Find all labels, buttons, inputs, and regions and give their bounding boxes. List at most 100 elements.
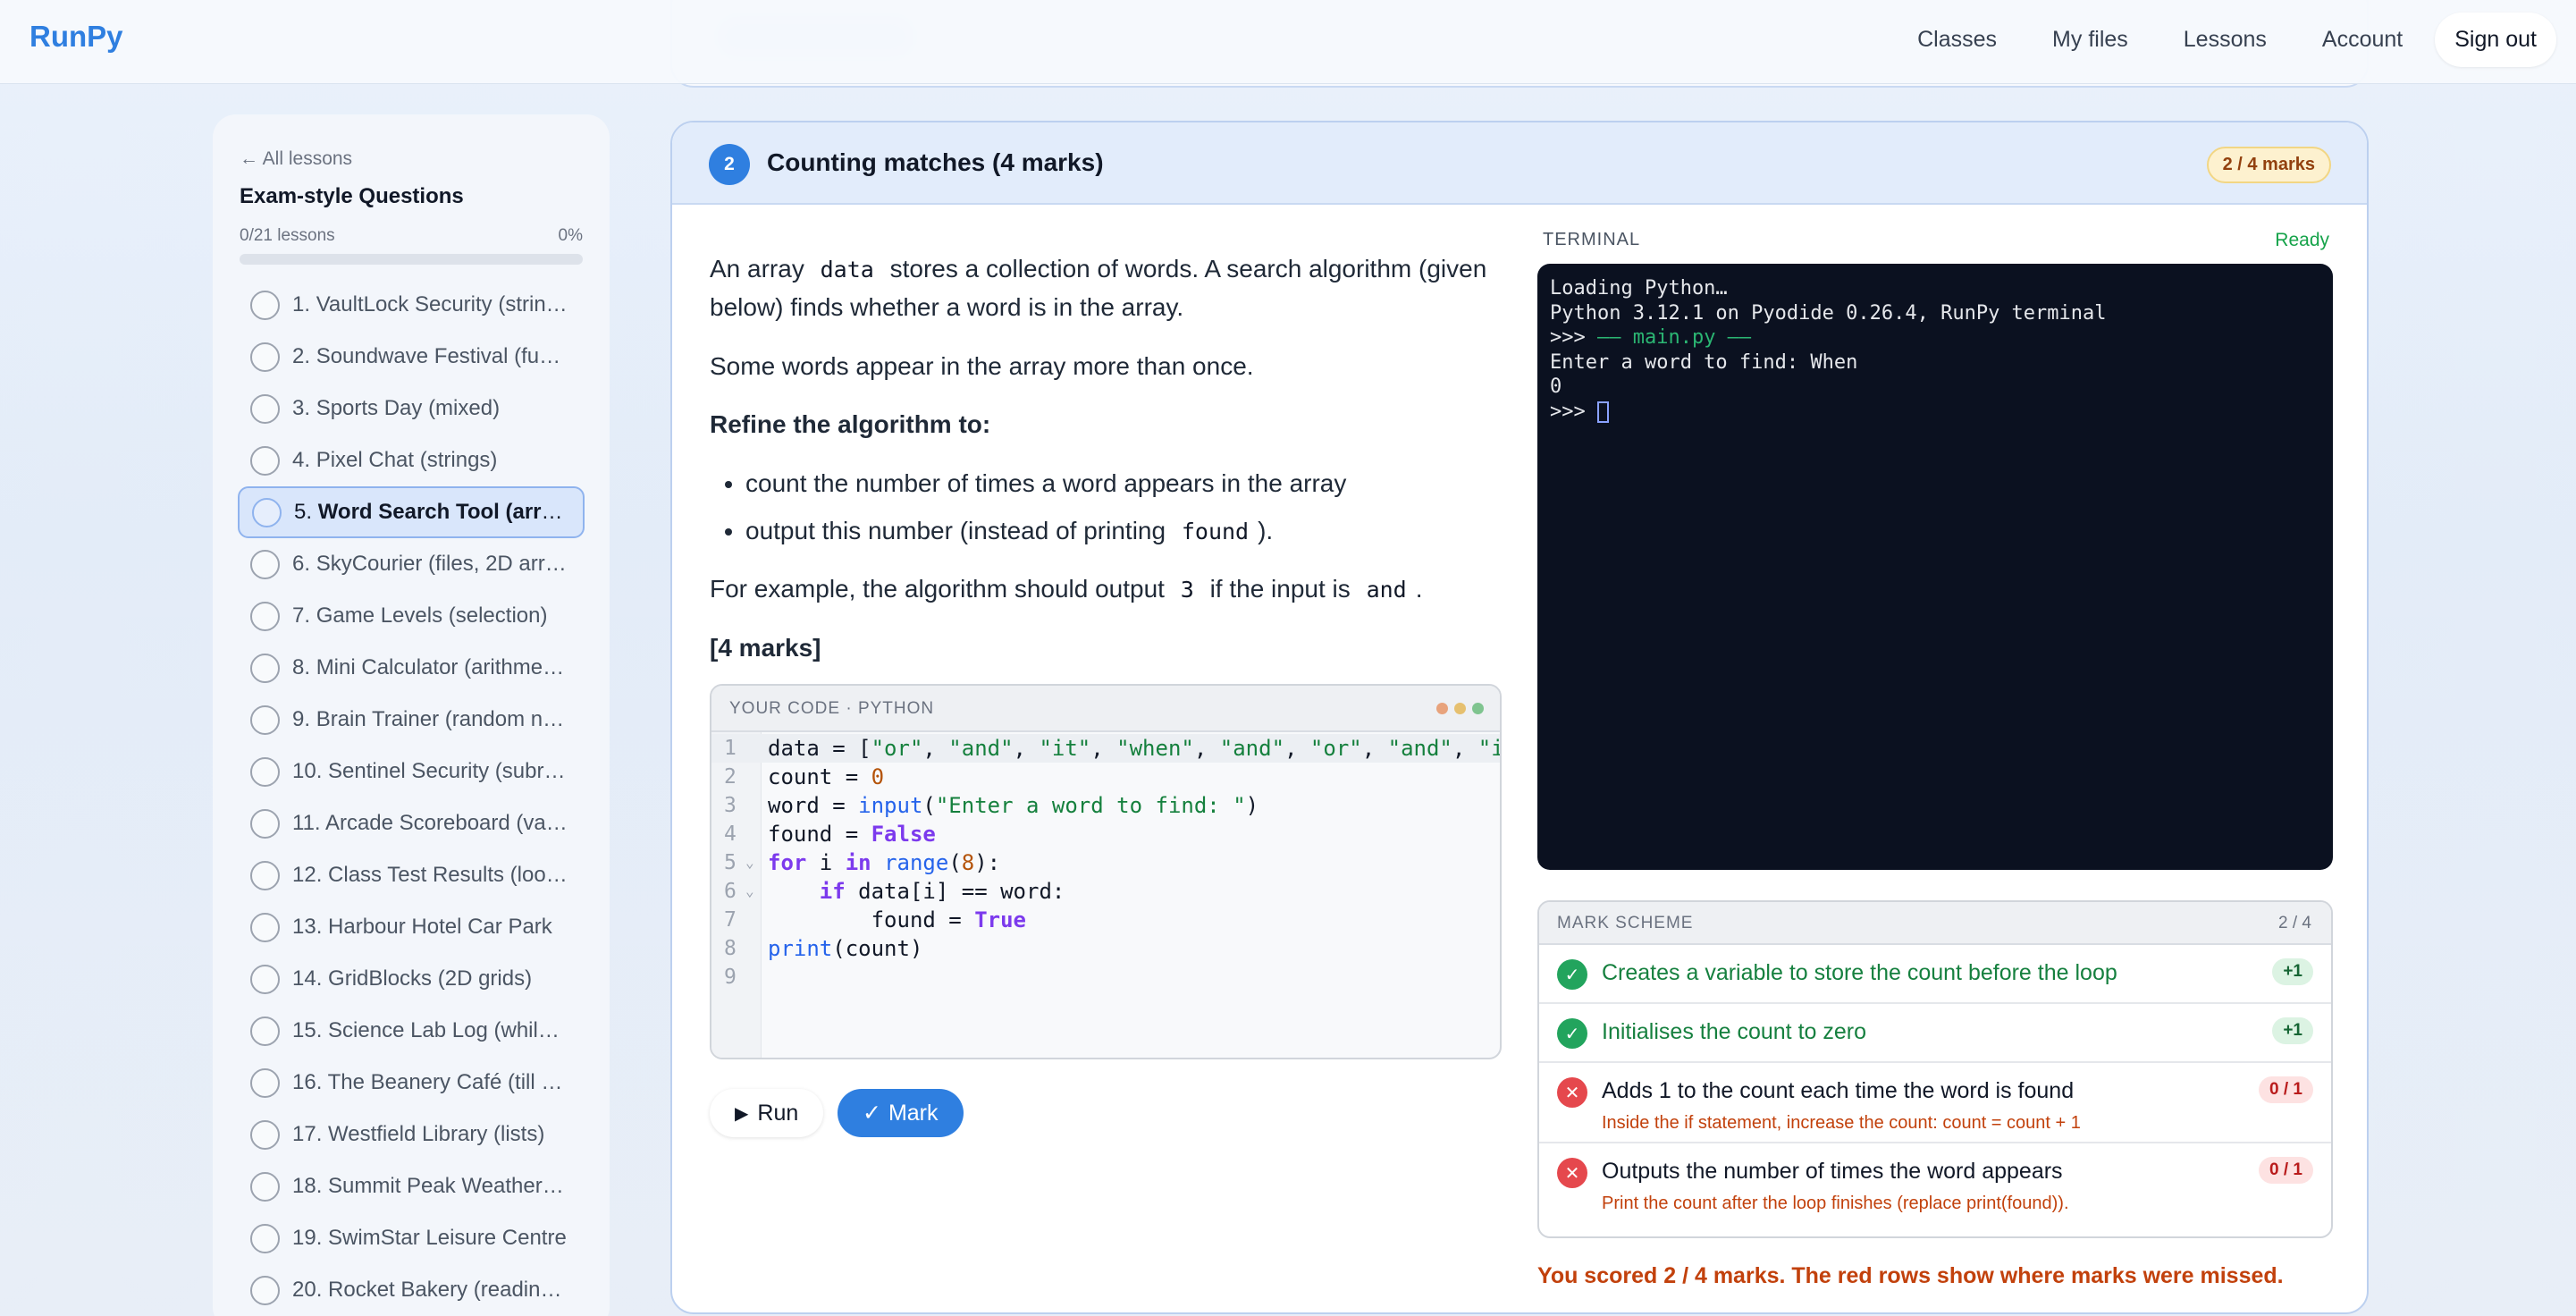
lesson-item[interactable]: 1. VaultLock Security (strings) — [238, 279, 585, 331]
code-line[interactable]: 8 print(count) — [711, 934, 1500, 963]
run-button[interactable]: ▶ Run — [710, 1089, 824, 1137]
all-lessons-link[interactable]: ← All lessons — [240, 148, 352, 170]
lesson-item[interactable]: 12. Class Test Results (loops) — [238, 849, 585, 901]
lesson-title: Arcade Scoreboard (validation) — [324, 811, 569, 835]
inline-code-and: and — [1366, 577, 1407, 603]
mark-award-badge: 0 / 1 — [2259, 1157, 2313, 1184]
lesson-item[interactable]: 13. Harbour Hotel Car Park — [238, 901, 585, 953]
nav-link-classes[interactable]: Classes — [1894, 14, 2020, 65]
mark-scheme-rows: ✓ Creates a variable to store the count b… — [1539, 945, 2331, 1224]
nav-link-account[interactable]: Account — [2299, 14, 2426, 65]
lesson-item[interactable]: 6. SkyCourier (files, 2D arrays) — [238, 538, 585, 590]
dot-icon — [1454, 703, 1466, 714]
lesson-status-circle-icon — [250, 1119, 280, 1150]
line-number: 5 — [724, 851, 737, 874]
code-line[interactable]: 5 ⌄ for i in range(8): — [711, 848, 1500, 877]
lesson-number: 12. — [292, 863, 329, 887]
lesson-status-circle-icon — [250, 756, 280, 787]
inline-code-3: 3 — [1180, 577, 1194, 603]
lesson-item[interactable]: 2. Soundwave Festival (functions) — [238, 331, 585, 383]
lesson-item[interactable]: 9. Brain Trainer (random numbers) — [238, 694, 585, 746]
lesson-item[interactable]: 16. The Beanery Café (till system) — [238, 1057, 585, 1109]
check-circle-icon: ✓ — [1557, 1018, 1587, 1049]
lesson-item[interactable]: 20. Rocket Bakery (reading files) — [238, 1264, 585, 1316]
sign-out-button[interactable]: Sign out — [2435, 13, 2556, 67]
question-header: 2 Counting matches (4 marks) 2 / 4 marks — [672, 122, 2367, 205]
sidebar-title: Exam-style Questions — [240, 184, 464, 208]
lesson-title: Brain Trainer (random numbers) — [316, 707, 569, 731]
question-card: 2 Counting matches (4 marks) 2 / 4 marks… — [670, 121, 2369, 1314]
terminal-cursor[interactable] — [1596, 401, 1609, 423]
code-line[interactable]: 1 data = ["or", "and", "it", "when", "and… — [711, 734, 1500, 763]
lesson-title: Mini Calculator (arithmetic) — [316, 655, 569, 679]
lesson-item[interactable]: 10. Sentinel Security (subroutines) — [238, 746, 585, 797]
lesson-item[interactable]: 7. Game Levels (selection) — [238, 590, 585, 642]
top-navigation: RunPy Classes My files Lessons Account S… — [0, 0, 2576, 84]
lesson-title: SkyCourier (files, 2D arrays) — [316, 552, 569, 576]
editor-label: YOUR CODE · PYTHON — [729, 699, 935, 718]
lesson-number: 13. — [292, 915, 329, 939]
lesson-item[interactable]: 19. SwimStar Leisure Centre — [238, 1212, 585, 1264]
play-icon: ▶ — [735, 1103, 749, 1124]
mark-scheme-score: 2 / 4 — [2278, 914, 2311, 932]
mark-scheme-label: MARK SCHEME — [1557, 914, 1694, 932]
lesson-number: 1. — [292, 292, 316, 316]
lesson-title: VaultLock Security (strings) — [316, 292, 569, 316]
nav-link-my-files[interactable]: My files — [2029, 14, 2151, 65]
window-dots — [1436, 703, 1484, 714]
mark-scheme-row: ✓ Creates a variable to store the count b… — [1539, 945, 2331, 1004]
nav-links: Classes My files Lessons Account Sign ou… — [1894, 13, 2556, 67]
nav-link-lessons[interactable]: Lessons — [2160, 14, 2290, 65]
lesson-number: 19. — [292, 1226, 329, 1250]
lesson-item[interactable]: 17. Westfield Library (lists) — [238, 1109, 585, 1160]
lesson-item[interactable]: 5. Word Search Tool (arrays) — [238, 486, 585, 538]
fold-chevron-icon[interactable]: ⌄ — [745, 848, 754, 877]
cross-circle-icon: ✕ — [1557, 1077, 1587, 1108]
mark-button[interactable]: ✓ Mark — [838, 1089, 964, 1137]
lesson-item[interactable]: 3. Sports Day (mixed) — [238, 383, 585, 434]
code-line[interactable]: 2 count = 0 — [711, 763, 1500, 791]
lesson-sidebar: ← All lessons Exam-style Questions 0/21 … — [213, 114, 610, 1316]
terminal-line: Enter a word to find: When — [1550, 350, 1858, 374]
lesson-title: Harbour Hotel Car Park — [328, 915, 552, 939]
example-text: For example, the algorithm should output — [710, 575, 1165, 603]
question-text: An array data stores a collection of wor… — [710, 249, 1505, 687]
brand-logo[interactable]: RunPy — [29, 20, 123, 54]
code-editor[interactable]: YOUR CODE · PYTHON 1 data = ["or", "and",… — [710, 684, 1502, 1059]
code-line[interactable]: 4 found = False — [711, 820, 1500, 848]
lesson-item[interactable]: 14. GridBlocks (2D grids) — [238, 953, 585, 1005]
lesson-number: 11. — [292, 811, 325, 835]
lesson-title: Pixel Chat (strings) — [316, 448, 498, 472]
lesson-item[interactable]: 15. Science Lab Log (while loops) — [238, 1005, 585, 1057]
lesson-title: SwimStar Leisure Centre — [328, 1226, 567, 1250]
mark-award-badge: 0 / 1 — [2259, 1076, 2313, 1103]
lesson-list: 1. VaultLock Security (strings) 2. Soundw… — [238, 279, 585, 1316]
lesson-title: Word Search Tool (arrays) — [317, 500, 571, 524]
code-line[interactable]: 9 — [711, 963, 1500, 991]
fold-chevron-icon[interactable]: ⌄ — [745, 877, 754, 906]
lesson-title: Summit Peak Weather Station — [328, 1174, 569, 1198]
dot-icon — [1472, 703, 1484, 714]
mark-scheme-row: ✓ Initialises the count to zero +1 — [1539, 1004, 2331, 1063]
lesson-item[interactable]: 18. Summit Peak Weather Station — [238, 1160, 585, 1212]
requirement-item: output this number (instead of printing … — [745, 511, 1505, 550]
terminal-line: >>> — [1550, 400, 2320, 425]
code-area[interactable]: 1 data = ["or", "and", "it", "when", "and… — [711, 732, 1500, 1058]
lesson-title: Soundwave Festival (functions) — [316, 344, 569, 368]
code-line[interactable]: 3 word = input("Enter a word to find: ") — [711, 791, 1500, 820]
lesson-status-circle-icon — [250, 1223, 280, 1253]
lesson-status-circle-icon — [250, 704, 280, 735]
question-example: For example, the algorithm should output… — [710, 569, 1505, 608]
code-line[interactable]: 7 found = True — [711, 906, 1500, 934]
code-line[interactable]: 6 ⌄ if data[i] == word: — [711, 877, 1500, 906]
lesson-label: 15. Science Lab Log (while loops) — [292, 1018, 569, 1043]
lesson-item[interactable]: 4. Pixel Chat (strings) — [238, 434, 585, 486]
requirement-list: count the number of times a word appears… — [745, 464, 1505, 551]
mark-criterion: Creates a variable to store the count be… — [1602, 960, 2117, 985]
terminal-label: TERMINAL — [1543, 230, 1641, 249]
lesson-item[interactable]: 8. Mini Calculator (arithmetic) — [238, 642, 585, 694]
terminal[interactable]: Loading Python… Python 3.12.1 on Pyodide … — [1537, 264, 2333, 870]
code-text: data = ["or", "and", "it", "when", "and"… — [768, 736, 1502, 761]
lesson-item[interactable]: 11. Arcade Scoreboard (validation) — [238, 797, 585, 849]
code-text: print(count) — [768, 936, 923, 961]
